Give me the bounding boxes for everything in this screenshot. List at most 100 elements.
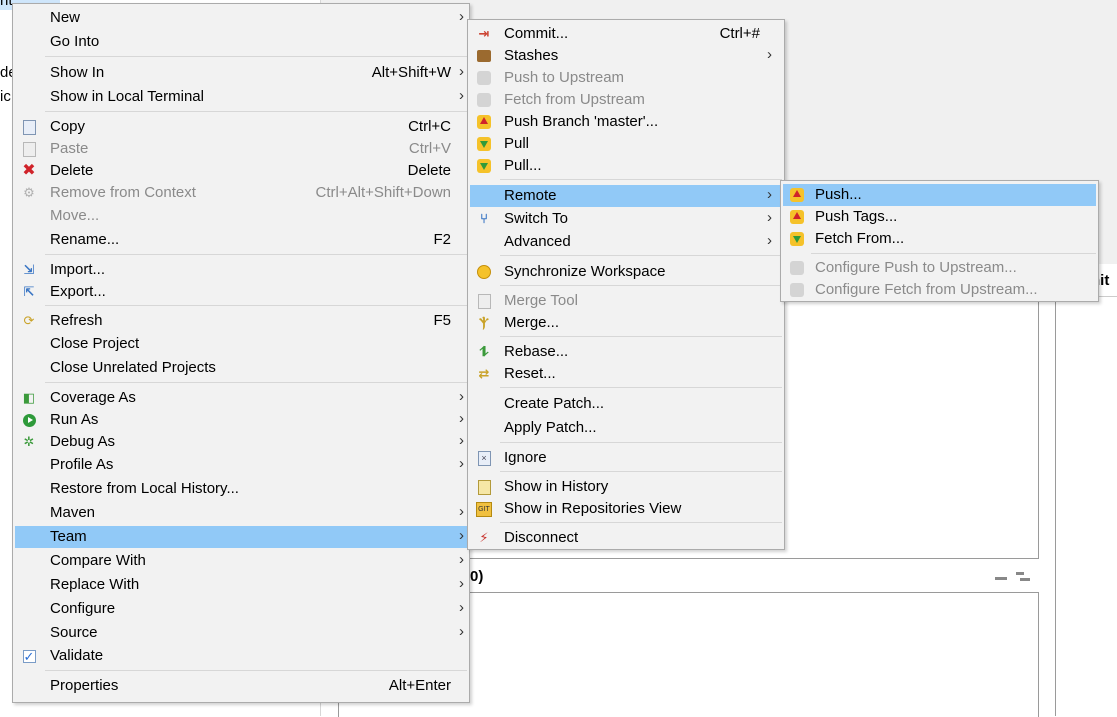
menu-item-paste[interactable]: Paste Ctrl+V: [15, 138, 467, 160]
menu-item-remove-from-context[interactable]: ⚙ Remove from Context Ctrl+Alt+Shift+Down: [15, 182, 467, 204]
menu-item-label: Properties: [50, 677, 119, 694]
menu-item-label: Show in History: [504, 478, 609, 495]
menu-item-label: Close Project: [50, 335, 140, 352]
menu-item-merge-tool[interactable]: Merge Tool: [470, 290, 782, 312]
menu-item-compare-with[interactable]: Compare With ›: [15, 550, 467, 572]
menu-separator: [500, 387, 782, 388]
menu-item-merge[interactable]: Ⲯ Merge...: [470, 312, 782, 334]
menu-item-copy[interactable]: Copy Ctrl+C: [15, 116, 467, 138]
menu-item-show-in-repositories-view[interactable]: GIT Show in Repositories View: [470, 498, 782, 520]
menu-separator: [500, 442, 782, 443]
menu-item-stashes[interactable]: Stashes ›: [470, 45, 782, 67]
debug-icon: ✲: [23, 434, 35, 449]
menu-item-label: Run As: [50, 411, 99, 428]
menu-item-create-patch[interactable]: Create Patch...: [470, 393, 782, 415]
menu-item-fetch-from-upstream[interactable]: Fetch from Upstream: [470, 89, 782, 111]
configure-push-icon: [789, 260, 805, 276]
menu-item-push-to-upstream[interactable]: Push to Upstream: [470, 67, 782, 89]
menu-item-coverage-as[interactable]: ◧ Coverage As ›: [15, 387, 467, 409]
team-submenu: ⇥ Commit... Ctrl+# Stashes › Push to Upstre…: [467, 19, 785, 550]
menu-item-label: Coverage As: [50, 389, 136, 406]
menu-item-refresh[interactable]: ⟳ Refresh F5: [15, 310, 467, 332]
menu-separator: [45, 382, 467, 383]
menu-item-go-into[interactable]: Go Into: [15, 31, 467, 53]
menu-item-label: Export...: [50, 283, 106, 300]
push-upstream-icon: [476, 70, 492, 86]
menu-item-run-as[interactable]: Run As ›: [15, 409, 467, 431]
menu-item-import[interactable]: ⇲ Import...: [15, 259, 467, 281]
menu-item-fetch-from[interactable]: Fetch From...: [783, 228, 1096, 250]
menu-item-label: Configure: [50, 600, 116, 617]
menu-item-source[interactable]: Source ›: [15, 622, 467, 644]
menu-item-label: Pull: [504, 135, 530, 152]
menu-item-debug-as[interactable]: ✲ Debug As ›: [15, 431, 467, 453]
chevron-right-icon: ›: [459, 87, 464, 104]
menu-item-label: Delete: [50, 162, 94, 179]
menu-item-label: Refresh: [50, 312, 103, 329]
menu-item-configure[interactable]: Configure ›: [15, 598, 467, 620]
maximize-icon[interactable]: [1016, 572, 1030, 582]
menu-item-configure-push-upstream[interactable]: Configure Push to Upstream...: [783, 257, 1096, 279]
menu-item-label: Push to Upstream: [504, 69, 625, 86]
menu-item-push-branch[interactable]: Push Branch 'master'...: [470, 111, 782, 133]
chevron-right-icon: ›: [767, 209, 772, 226]
menu-item-pull-dialog[interactable]: Pull...: [470, 155, 782, 177]
menu-item-label: Create Patch...: [504, 395, 605, 412]
export-icon: ⇱: [23, 284, 35, 299]
menu-item-shortcut: Ctrl+V: [408, 140, 451, 157]
paste-icon: [21, 141, 37, 157]
menu-item-properties[interactable]: Properties Alt+Enter: [15, 675, 467, 697]
chevron-right-icon: ›: [767, 232, 772, 249]
menu-item-new[interactable]: New ›: [15, 7, 467, 29]
menu-separator: [500, 255, 782, 256]
menu-item-disconnect[interactable]: ⚡ Disconnect: [470, 527, 782, 549]
menu-item-replace-with[interactable]: Replace With ›: [15, 574, 467, 596]
menu-item-apply-patch[interactable]: Apply Patch...: [470, 417, 782, 439]
menu-item-show-in[interactable]: Show In Alt+Shift+W ›: [15, 62, 467, 84]
menu-item-label: Stashes: [504, 47, 559, 64]
menu-item-shortcut: F5: [433, 312, 451, 329]
menu-item-rename[interactable]: Rename... F2: [15, 229, 467, 251]
menu-item-remote[interactable]: Remote ›: [470, 185, 782, 207]
menu-separator: [500, 471, 782, 472]
explorer-fragment: ic: [0, 88, 11, 105]
minimize-icon[interactable]: [995, 577, 1007, 580]
menu-item-label: Disconnect: [504, 529, 579, 546]
menu-item-show-in-local-terminal[interactable]: Show in Local Terminal ›: [15, 86, 467, 108]
menu-item-team[interactable]: Team ›: [15, 526, 467, 548]
menu-item-validate[interactable]: ✓ Validate: [15, 645, 467, 667]
menu-item-label: Rebase...: [504, 343, 569, 360]
menu-item-label: Team: [50, 528, 87, 545]
menu-item-move[interactable]: Move...: [15, 205, 467, 227]
menu-item-push-tags[interactable]: Push Tags...: [783, 206, 1096, 228]
menu-item-ignore[interactable]: × Ignore: [470, 447, 782, 469]
menu-item-profile-as[interactable]: Profile As ›: [15, 454, 467, 476]
menu-item-label: Synchronize Workspace: [504, 263, 666, 280]
chevron-right-icon: ›: [459, 63, 464, 80]
menu-item-reset[interactable]: ⇄ Reset...: [470, 363, 782, 385]
menu-item-synchronize-workspace[interactable]: Synchronize Workspace: [470, 261, 782, 283]
menu-item-configure-fetch-upstream[interactable]: Configure Fetch from Upstream...: [783, 279, 1096, 301]
menu-item-maven[interactable]: Maven ›: [15, 502, 467, 524]
menu-item-show-in-history[interactable]: Show in History: [470, 476, 782, 498]
menu-separator: [500, 522, 782, 523]
menu-item-switch-to[interactable]: ⑂ Switch To ›: [470, 208, 782, 230]
menu-item-delete[interactable]: ✖ Delete Delete: [15, 160, 467, 182]
menu-item-close-project[interactable]: Close Project: [15, 333, 467, 355]
remove-context-icon: ⚙: [23, 185, 35, 200]
menu-item-label: Merge Tool: [504, 292, 578, 309]
menu-item-commit[interactable]: ⇥ Commit... Ctrl+#: [470, 23, 782, 45]
menu-item-restore-local-history[interactable]: Restore from Local History...: [15, 478, 467, 500]
menu-item-label: Debug As: [50, 433, 116, 450]
chevron-right-icon: ›: [459, 599, 464, 616]
menu-item-rebase[interactable]: ⥮ Rebase...: [470, 341, 782, 363]
menu-separator: [45, 670, 467, 671]
menu-item-shortcut: Ctrl+Alt+Shift+Down: [315, 184, 451, 201]
menu-item-pull[interactable]: Pull: [470, 133, 782, 155]
menu-item-advanced[interactable]: Advanced ›: [470, 231, 782, 253]
chevron-right-icon: ›: [459, 432, 464, 449]
menu-item-export[interactable]: ⇱ Export...: [15, 281, 467, 303]
menu-item-push[interactable]: Push...: [783, 184, 1096, 206]
menu-item-label: Copy: [50, 118, 86, 135]
menu-item-close-unrelated-projects[interactable]: Close Unrelated Projects: [15, 357, 467, 379]
